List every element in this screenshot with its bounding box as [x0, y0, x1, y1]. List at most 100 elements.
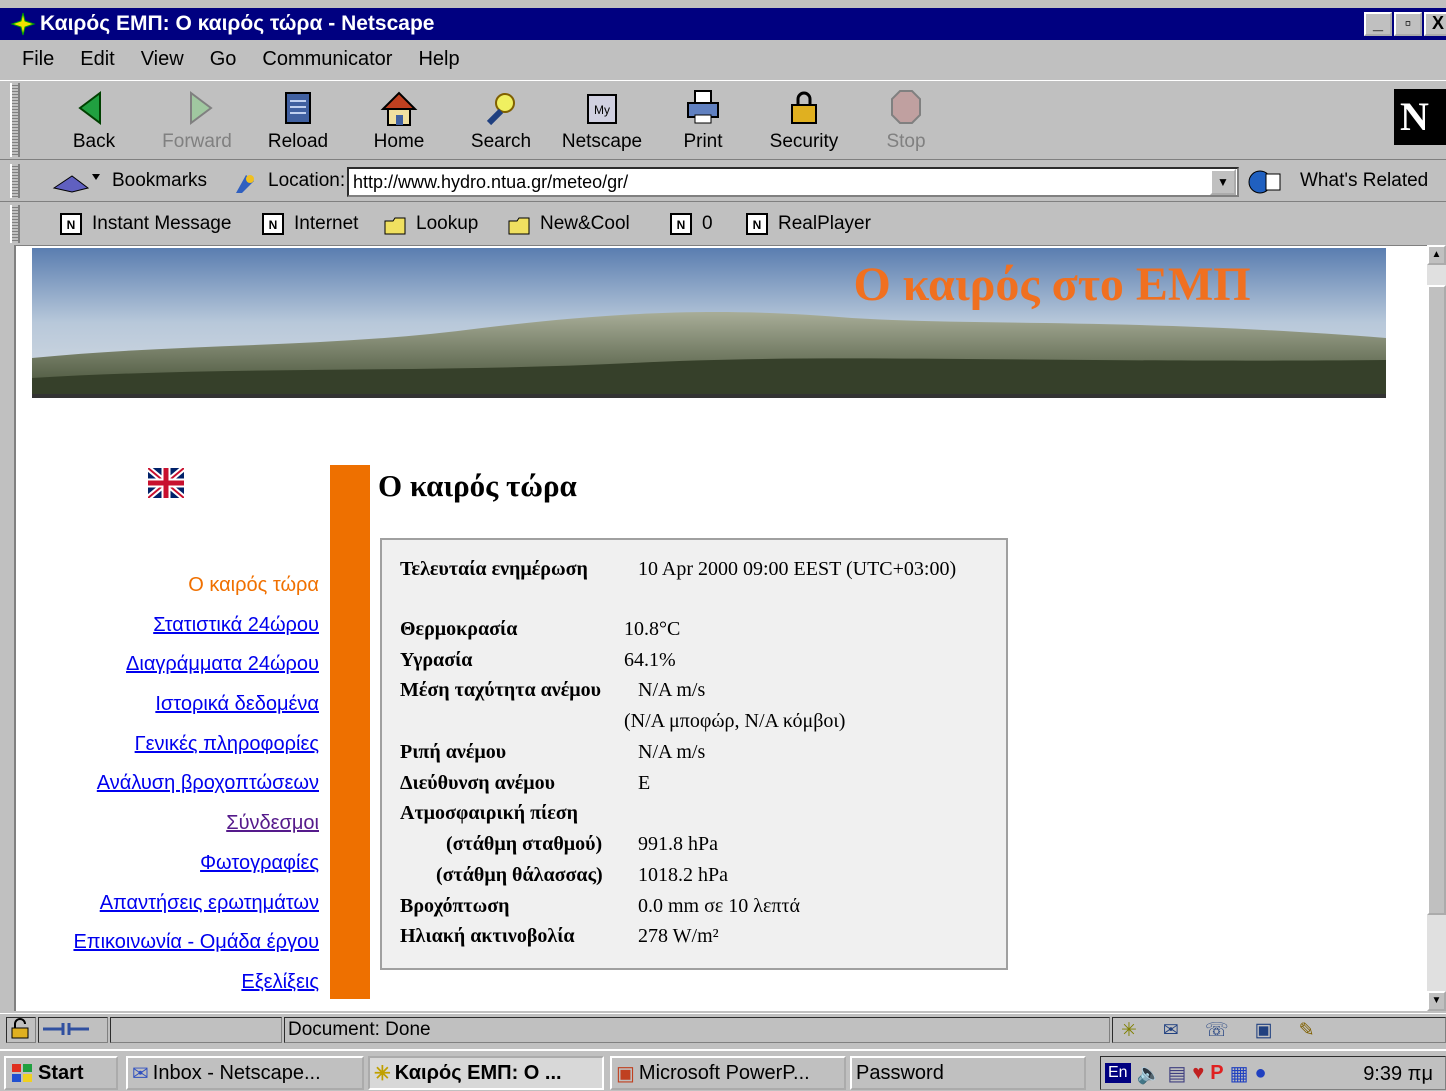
- location-toolbar: Bookmarks Location: http://www.hydro.ntu…: [0, 162, 1446, 202]
- online-status-icon[interactable]: [38, 1017, 108, 1043]
- title-bar: Καιρός ΕΜΠ: Ο καιρός τώρα - Netscape _ ▫…: [0, 8, 1446, 40]
- discussions-icon[interactable]: ☏: [1205, 1019, 1229, 1042]
- banner-image: Ο καιρός στο ΕΜΠ: [32, 248, 1386, 398]
- url-dropdown-button[interactable]: ▼: [1210, 169, 1236, 195]
- maximize-button[interactable]: ▫: [1394, 12, 1422, 36]
- bookmarks-icon[interactable]: [52, 170, 102, 196]
- menu-go[interactable]: Go: [210, 48, 237, 71]
- netscape-logo[interactable]: N: [1394, 89, 1446, 145]
- english-flag-icon[interactable]: [148, 468, 184, 498]
- nav-link-news[interactable]: Εξελίξεις: [73, 963, 319, 1003]
- bookmark-folder-lookup[interactable]: Lookup: [384, 213, 478, 235]
- system-tray: En 🔈 ▤ ♥ P ▦ ● 9:39 πμ: [1100, 1056, 1446, 1090]
- grid-app-icon[interactable]: ▦: [1230, 1061, 1249, 1086]
- nav-link-historical-data[interactable]: Ιστορικά δεδομένα: [73, 685, 319, 725]
- taskbar-item-weather[interactable]: ✳ Καιρός ΕΜΠ: Ο ...: [368, 1056, 604, 1090]
- taskbar-item-password[interactable]: Password: [850, 1056, 1086, 1090]
- menu-communicator[interactable]: Communicator: [262, 48, 392, 71]
- nav-link-general-info[interactable]: Γενικές πληροφορίες: [73, 725, 319, 765]
- bookmark-0[interactable]: N 0: [670, 213, 713, 235]
- composer-icon[interactable]: ▣: [1255, 1019, 1273, 1042]
- close-button[interactable]: X: [1424, 12, 1446, 36]
- toolbar-grip[interactable]: [10, 83, 20, 157]
- antivirus-icon[interactable]: ♥: [1192, 1062, 1204, 1085]
- navigator-icon[interactable]: ✳: [1121, 1019, 1137, 1042]
- menu-edit[interactable]: Edit: [80, 48, 114, 71]
- security-status-icon[interactable]: [6, 1017, 36, 1043]
- folder-icon: [384, 217, 406, 235]
- nav-link-stats-24h[interactable]: Στατιστικά 24ώρου: [73, 606, 319, 646]
- stop-button[interactable]: Stop: [856, 87, 956, 153]
- pointer-icon[interactable]: P: [1210, 1062, 1223, 1085]
- volume-icon[interactable]: 🔈: [1137, 1061, 1162, 1086]
- forward-arrow-icon: [190, 91, 213, 125]
- nav-link-contact[interactable]: Επικοινωνία - Ομάδα έργου: [73, 923, 319, 963]
- nav-link-charts-24h[interactable]: Διαγράμματα 24ώρου: [73, 645, 319, 685]
- bookmark-folder-newcool[interactable]: New&Cool: [508, 213, 630, 235]
- solar-radiation-label: Ηλιακή ακτινοβολία: [400, 925, 575, 947]
- bookmark-label: New&Cool: [540, 213, 630, 234]
- forward-button[interactable]: Forward: [147, 87, 247, 153]
- bookmark-internet[interactable]: N Internet: [262, 213, 358, 235]
- bookmarks-label[interactable]: Bookmarks: [112, 170, 207, 192]
- taskbar-item-inbox[interactable]: ✉ Inbox - Netscape...: [126, 1056, 364, 1090]
- wind-direction-label: Διεύθυνση ανέμου: [400, 772, 556, 794]
- bookmark-label: Internet: [294, 213, 359, 234]
- search-button[interactable]: Search: [451, 87, 551, 153]
- scroll-down-button[interactable]: ▼: [1427, 991, 1446, 1011]
- stop-icon: [891, 90, 921, 124]
- my-netscape-button[interactable]: My Netscape: [552, 87, 652, 153]
- edit-icon[interactable]: ✎: [1299, 1019, 1315, 1042]
- nav-link-rainfall-analysis[interactable]: Ανάλυση βροχοπτώσεων: [73, 764, 319, 804]
- scroll-thumb[interactable]: [1427, 285, 1446, 915]
- toolbar-grip[interactable]: [10, 205, 20, 243]
- bookmark-label: 0: [702, 213, 713, 234]
- nav-link-photos[interactable]: Φωτογραφίες: [73, 844, 319, 884]
- start-button[interactable]: Start: [4, 1056, 118, 1090]
- taskbar-item-label: Microsoft PowerP...: [638, 1061, 810, 1084]
- svg-text:N: N: [677, 218, 686, 232]
- window-title: Καιρός ΕΜΠ: Ο καιρός τώρα - Netscape: [40, 12, 435, 35]
- back-arrow-icon: [78, 91, 101, 125]
- network-icon[interactable]: ▤: [1167, 1061, 1186, 1086]
- page-proxy-icon[interactable]: [232, 171, 258, 195]
- home-button[interactable]: Home: [349, 87, 449, 153]
- reload-button[interactable]: Reload: [248, 87, 348, 153]
- temperature-value: 10.8°C: [624, 618, 681, 640]
- clock[interactable]: 9:39 πμ: [1363, 1063, 1433, 1086]
- menu-help[interactable]: Help: [418, 48, 459, 71]
- back-button[interactable]: Back: [44, 87, 144, 153]
- back-label: Back: [72, 131, 116, 152]
- language-indicator[interactable]: En: [1105, 1063, 1131, 1083]
- menu-file[interactable]: File: [22, 48, 54, 71]
- print-button[interactable]: Print: [653, 87, 753, 153]
- updated-label: Τελευταία ενημέρωση: [400, 558, 588, 580]
- forward-label: Forward: [162, 131, 232, 152]
- minimize-button[interactable]: _: [1364, 12, 1392, 36]
- whats-related-label[interactable]: What's Related: [1300, 170, 1428, 192]
- wind-speed-extra: (N/A μποφώρ, N/A κόμβοι): [624, 710, 846, 732]
- nav-link-faq[interactable]: Απαντήσεις ερωτημάτων: [73, 884, 319, 924]
- bookmark-realplayer[interactable]: N RealPlayer: [746, 213, 871, 235]
- scroll-up-button[interactable]: ▲: [1427, 245, 1446, 265]
- mail-icon[interactable]: ✉: [1163, 1019, 1179, 1042]
- nav-link-links[interactable]: Σύνδεσμοι: [73, 804, 319, 844]
- bookmark-instant-message[interactable]: N Instant Message: [60, 213, 231, 235]
- menu-bar: File Edit View Go Communicator Help: [0, 44, 466, 74]
- gust-label: Ριπή ανέμου: [400, 741, 507, 763]
- folder-icon: [508, 217, 530, 235]
- taskbar-item-powerpoint[interactable]: ▣ Microsoft PowerP...: [610, 1056, 846, 1090]
- toolbar-grip[interactable]: [10, 164, 20, 198]
- menu-view[interactable]: View: [141, 48, 184, 71]
- station-level-label: (στάθμη σταθμού): [446, 833, 603, 855]
- url-field[interactable]: http://www.hydro.ntua.gr/meteo/gr/: [347, 167, 1239, 197]
- whats-related-icon[interactable]: [1246, 168, 1292, 196]
- nav-link-current-weather[interactable]: Ο καιρός τώρα: [73, 566, 319, 606]
- security-button[interactable]: Security: [754, 87, 854, 153]
- personal-toolbar: N Instant Message N Internet Lookup New&…: [0, 203, 1446, 245]
- vertical-scrollbar[interactable]: ▲ ▼: [1427, 245, 1446, 1011]
- station-level-value: 991.8 hPa: [638, 833, 718, 855]
- taskbar-item-label: Καιρός ΕΜΠ: Ο ...: [394, 1061, 562, 1084]
- status-text: Document: Done: [288, 1019, 431, 1040]
- globe-icon[interactable]: ●: [1255, 1062, 1267, 1085]
